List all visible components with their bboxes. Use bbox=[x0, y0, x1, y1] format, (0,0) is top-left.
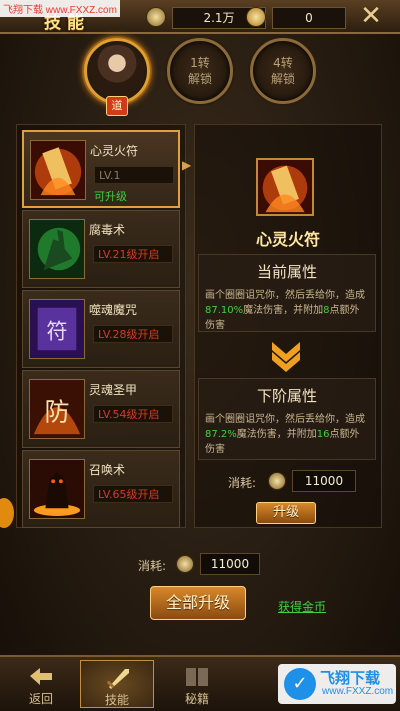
soul-curse-icon: 符 bbox=[29, 299, 85, 359]
current-attributes-desc: 画个圈圈诅咒你，然后丢给你，造成87.10%魔法伤害，并附加8点额外伤害 bbox=[205, 290, 365, 331]
class-4th-rebirth-button[interactable]: 4转 解锁 bbox=[250, 38, 316, 104]
tab-label: 技能 bbox=[104, 693, 129, 707]
total-cost-label: 消耗: bbox=[138, 559, 167, 573]
coin-icon bbox=[268, 472, 286, 490]
side-drawer-tab[interactable] bbox=[0, 498, 14, 528]
tab-back[interactable]: 返回 bbox=[4, 660, 78, 708]
character-portrait bbox=[91, 45, 143, 97]
fire-talisman-icon bbox=[30, 140, 86, 200]
next-attributes-box: 下阶属性 画个圈圈诅咒你，然后丢给你，造成87.2%魔法伤害，并附加16点额外伤… bbox=[198, 378, 376, 460]
get-gold-link[interactable]: 获得金币 bbox=[278, 598, 326, 615]
soul-armor-icon: 防 bbox=[29, 379, 85, 439]
skill-item-linghun-shengjia[interactable]: 防 灵魂圣甲 LV.54级开启 bbox=[22, 370, 180, 448]
class-tao-button[interactable] bbox=[84, 38, 150, 104]
svg-text:防: 防 bbox=[44, 398, 69, 427]
skill-item-xinling-huofu[interactable]: 心灵火符 LV.1 可升级 bbox=[22, 130, 180, 208]
coin-stack-icon bbox=[146, 7, 166, 27]
watermark: 飞翔下载 www.FXXZ.com bbox=[0, 0, 120, 17]
current-attributes-title: 当前属性 bbox=[256, 263, 317, 281]
skill-level: LV.28级开启 bbox=[93, 325, 173, 343]
tab-label: 返回 bbox=[28, 692, 53, 706]
selected-arrow-icon: ▶ bbox=[182, 158, 192, 172]
double-chevron-down-icon bbox=[272, 342, 300, 372]
back-arrow-icon bbox=[30, 668, 52, 685]
close-button[interactable]: ✕ bbox=[356, 3, 386, 30]
book-icon bbox=[186, 668, 208, 686]
next-attributes-title: 下阶属性 bbox=[256, 387, 317, 405]
skill-item-fudu-shu[interactable]: 腐毒术 LV.21级开启 bbox=[22, 210, 180, 288]
skill-cost-label: 消耗: bbox=[228, 476, 257, 490]
skill-name: 召唤术 bbox=[89, 463, 126, 477]
skill-level: LV.65级开启 bbox=[93, 485, 173, 503]
brand-logo-icon: ✓ bbox=[284, 668, 316, 700]
brand-url: www.FXXZ.com bbox=[322, 686, 394, 697]
skill-name: 灵魂圣甲 bbox=[89, 383, 138, 397]
summon-icon bbox=[29, 459, 85, 519]
tab-skills[interactable]: 技能 bbox=[80, 660, 154, 708]
skill-name: 心灵火符 bbox=[90, 144, 139, 158]
sword-icon bbox=[106, 669, 129, 689]
skill-level: LV.1 bbox=[94, 166, 174, 184]
skill-item-zhaohuan-shu[interactable]: 召唤术 LV.65级开启 bbox=[22, 450, 180, 528]
class-tao-label: 道 bbox=[106, 96, 128, 116]
skill-name: 腐毒术 bbox=[89, 223, 126, 237]
poison-hand-icon bbox=[29, 219, 85, 279]
skill-detail-name: 心灵火符 bbox=[255, 230, 320, 249]
gold-ingot-icon bbox=[246, 7, 266, 27]
tab-label: 秘籍 bbox=[184, 692, 209, 706]
class-1st-rebirth-button[interactable]: 1转 解锁 bbox=[167, 38, 233, 104]
upgrade-all-button[interactable]: 全部升级 bbox=[150, 586, 246, 620]
coin-icon bbox=[176, 555, 194, 573]
fire-talisman-icon bbox=[256, 158, 314, 216]
skill-level: LV.21级开启 bbox=[93, 245, 173, 263]
skill-level: LV.54级开启 bbox=[93, 405, 173, 423]
skill-name: 噬魂魔咒 bbox=[89, 303, 138, 317]
skill-status: 可升级 bbox=[94, 190, 127, 203]
next-attributes-desc: 画个圈圈诅咒你，然后丢给你，造成87.2%魔法伤害，并附加16点额外伤害 bbox=[205, 414, 365, 455]
brand-name: 飞翔下载 bbox=[320, 670, 381, 687]
skill-item-shihun-mozhou[interactable]: 符 噬魂魔咒 LV.28级开启 bbox=[22, 290, 180, 368]
upgrade-button[interactable]: 升级 bbox=[256, 502, 316, 524]
svg-text:符: 符 bbox=[46, 320, 67, 345]
skill-cost-value: 11000 bbox=[292, 470, 356, 492]
tab-secret-book[interactable]: 秘籍 bbox=[160, 660, 234, 708]
currency-gold: 0 bbox=[272, 7, 346, 29]
total-cost-value: 11000 bbox=[200, 553, 260, 575]
brand-watermark-overlay: ✓ 飞翔下载 www.FXXZ.com bbox=[278, 664, 396, 704]
current-attributes-box: 当前属性 画个圈圈诅咒你，然后丢给你，造成87.10%魔法伤害，并附加8点额外伤… bbox=[198, 254, 376, 332]
